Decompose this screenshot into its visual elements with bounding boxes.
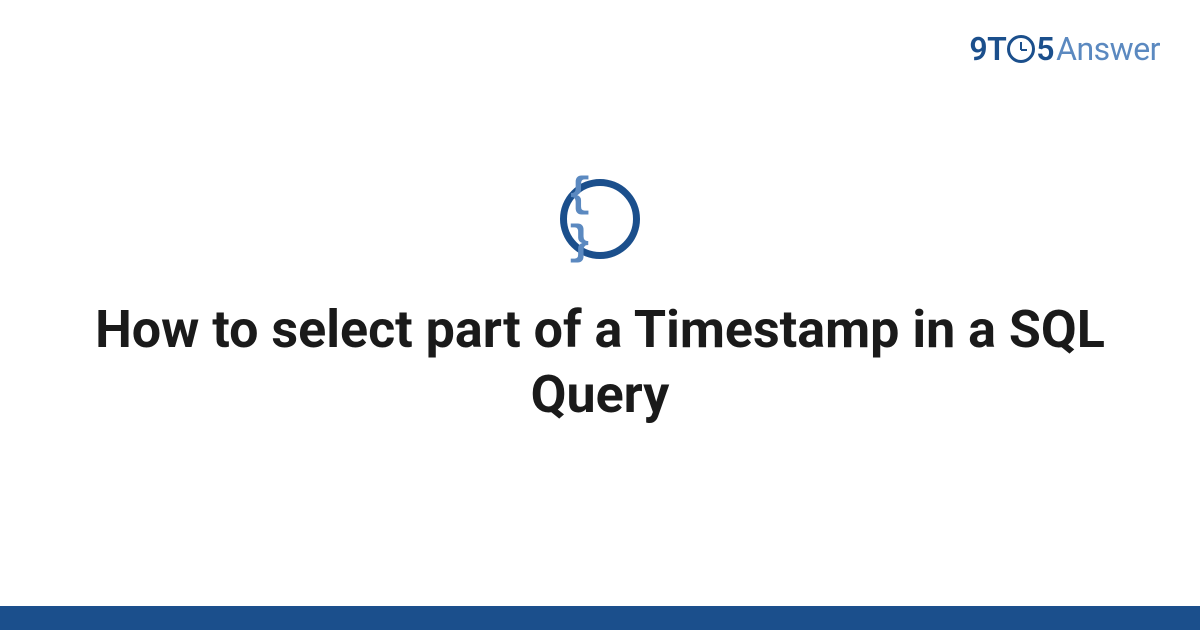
code-braces-icon: { } [560,179,640,259]
page-title: How to select part of a Timestamp in a S… [60,297,1140,427]
main-content: { } How to select part of a Timestamp in… [0,0,1200,606]
bottom-accent-bar [0,606,1200,630]
